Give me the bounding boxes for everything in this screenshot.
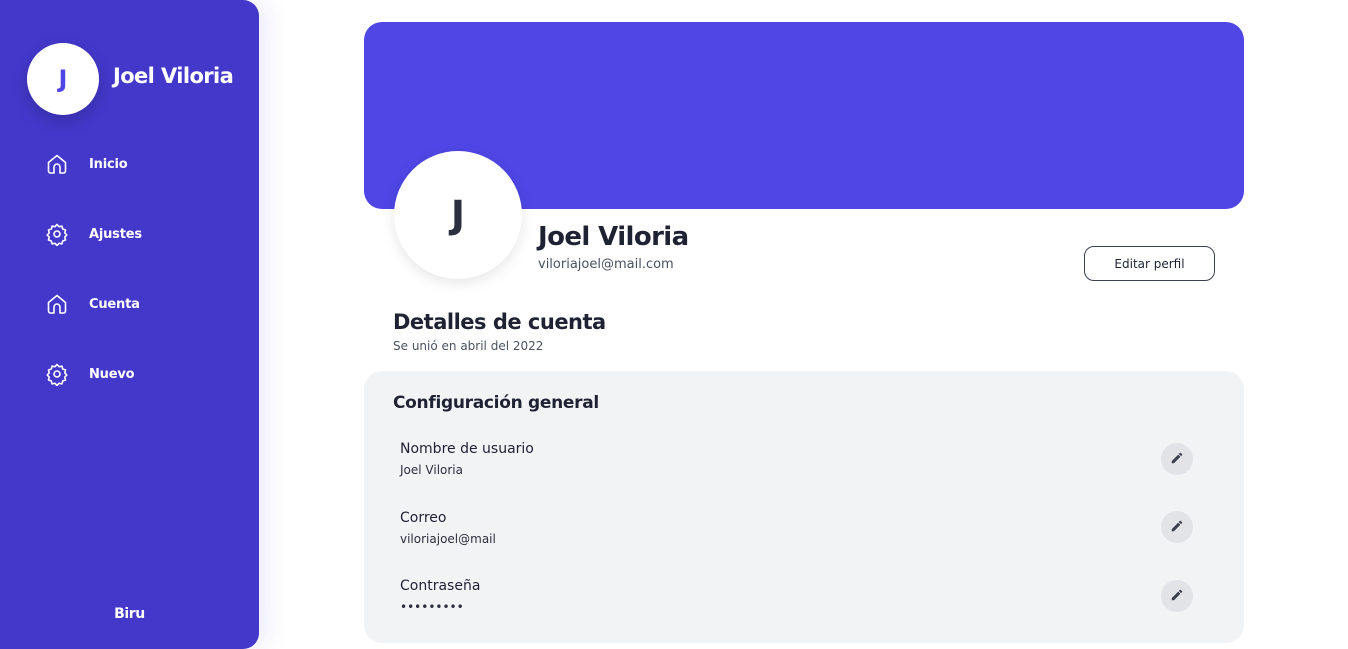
- edit-password-button[interactable]: [1161, 580, 1193, 612]
- setting-row-password: Contraseña •••••••••: [400, 578, 1200, 618]
- setting-value: Joel Viloria: [400, 463, 463, 477]
- sidebar-avatar-initial: J: [58, 65, 68, 93]
- gear-icon: [44, 221, 70, 247]
- edit-profile-button[interactable]: Editar perfil: [1084, 246, 1215, 281]
- profile-avatar: J: [394, 151, 522, 279]
- profile-email: viloriajoel@mail.com: [538, 257, 674, 272]
- account-details-subtitle: Se unió en abril del 2022: [393, 339, 544, 353]
- sidebar-item-label: Ajustes: [89, 226, 142, 242]
- edit-username-button[interactable]: [1161, 443, 1193, 475]
- home-icon: [44, 151, 70, 177]
- sidebar-item-label: Cuenta: [89, 296, 140, 312]
- general-settings-card: Configuración general Nombre de usuario …: [364, 371, 1244, 643]
- sidebar-item-inicio[interactable]: Inicio: [44, 146, 234, 182]
- setting-value: •••••••••: [400, 600, 464, 614]
- pencil-icon: [1170, 587, 1184, 606]
- setting-value: viloriajoel@mail: [400, 532, 496, 546]
- sidebar: J Joel Viloria Inicio Ajustes Cuenta Nue…: [0, 0, 259, 649]
- sidebar-user-name: Joel Viloria: [113, 64, 234, 88]
- setting-row-username: Nombre de usuario Joel Viloria: [400, 441, 1200, 481]
- profile-name: Joel Viloria: [538, 222, 689, 252]
- sidebar-item-label: Inicio: [89, 156, 128, 172]
- general-settings-title: Configuración general: [393, 393, 599, 413]
- account-details-title: Detalles de cuenta: [393, 310, 606, 334]
- sidebar-item-label: Nuevo: [89, 366, 135, 382]
- sidebar-item-nuevo[interactable]: Nuevo: [44, 356, 234, 392]
- profile-avatar-initial: J: [450, 193, 466, 237]
- sidebar-avatar[interactable]: J: [27, 43, 99, 115]
- edit-email-button[interactable]: [1161, 511, 1193, 543]
- setting-label: Contraseña: [400, 578, 481, 594]
- pencil-icon: [1170, 450, 1184, 469]
- sidebar-item-cuenta[interactable]: Cuenta: [44, 286, 234, 322]
- setting-label: Correo: [400, 510, 447, 526]
- pencil-icon: [1170, 518, 1184, 537]
- gear-icon: [44, 361, 70, 387]
- setting-label: Nombre de usuario: [400, 441, 534, 457]
- sidebar-item-ajustes[interactable]: Ajustes: [44, 216, 234, 252]
- home-icon: [44, 291, 70, 317]
- setting-row-email: Correo viloriajoel@mail: [400, 510, 1200, 550]
- sidebar-footer-brand: Biru: [114, 606, 145, 622]
